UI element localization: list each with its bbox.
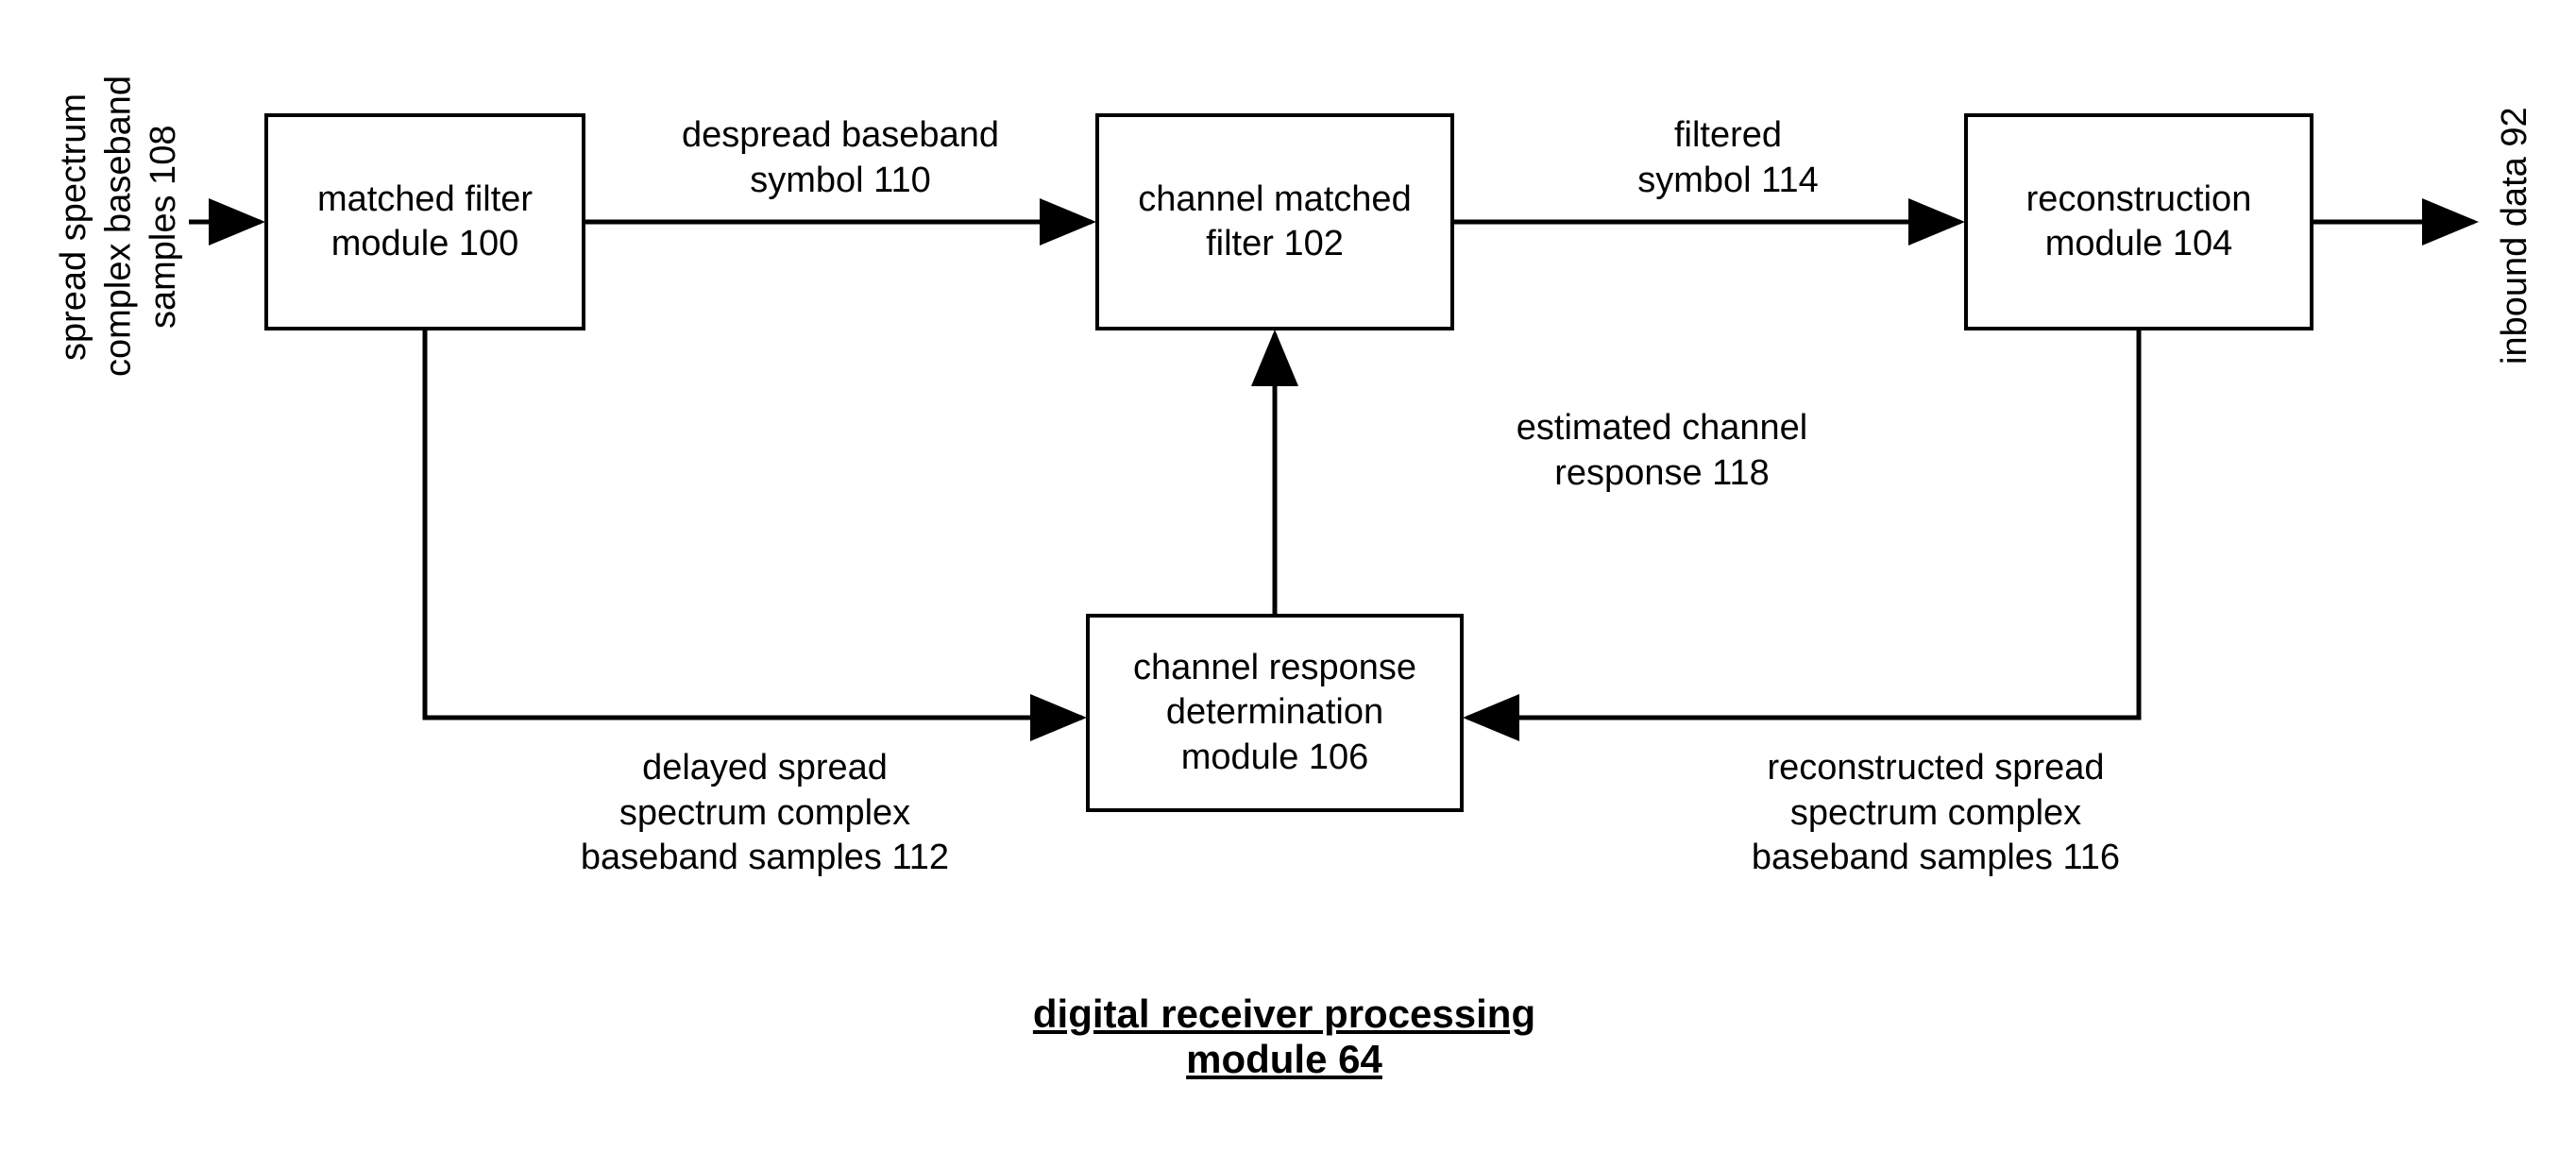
input-label: spread spectrum complex baseband samples… xyxy=(52,28,187,425)
output-label: inbound data 92 xyxy=(2493,94,2538,378)
delayed-label: delayed spread spectrum complex baseband… xyxy=(529,746,1001,881)
output-label-text: inbound data 92 xyxy=(2495,108,2534,365)
matched-filter-box: matched filter module 100 xyxy=(264,113,585,330)
matched-filter-text: matched filter module 100 xyxy=(317,178,533,267)
delayed-text: delayed spread spectrum complex baseband… xyxy=(581,748,949,877)
reconstruction-text: reconstruction module 104 xyxy=(2026,178,2252,267)
diagram-title-text: digital receiver processing module 64 xyxy=(1033,991,1535,1081)
channel-response-text: channel response determination module 10… xyxy=(1133,646,1416,781)
input-label-text: spread spectrum complex baseband samples… xyxy=(54,76,183,378)
despread-label: despread baseband symbol 110 xyxy=(642,113,1039,203)
arrow-reconstructed xyxy=(1467,330,2139,718)
reconstructed-text: reconstructed spread spectrum complex ba… xyxy=(1752,748,2120,877)
channel-matched-filter-text: channel matched filter 102 xyxy=(1138,178,1411,267)
filtered-label: filtered symbol 114 xyxy=(1586,113,1870,203)
arrow-delayed xyxy=(425,330,1082,718)
estimated-label: estimated channel response 118 xyxy=(1473,406,1851,496)
filtered-text: filtered symbol 114 xyxy=(1637,115,1819,200)
channel-matched-filter-box: channel matched filter 102 xyxy=(1095,113,1454,330)
reconstruction-box: reconstruction module 104 xyxy=(1964,113,2313,330)
despread-text: despread baseband symbol 110 xyxy=(682,115,999,200)
diagram-title: digital receiver processing module 64 xyxy=(1001,991,1568,1082)
estimated-text: estimated channel response 118 xyxy=(1517,408,1807,493)
channel-response-box: channel response determination module 10… xyxy=(1086,614,1464,812)
reconstructed-label: reconstructed spread spectrum complex ba… xyxy=(1700,746,2172,881)
